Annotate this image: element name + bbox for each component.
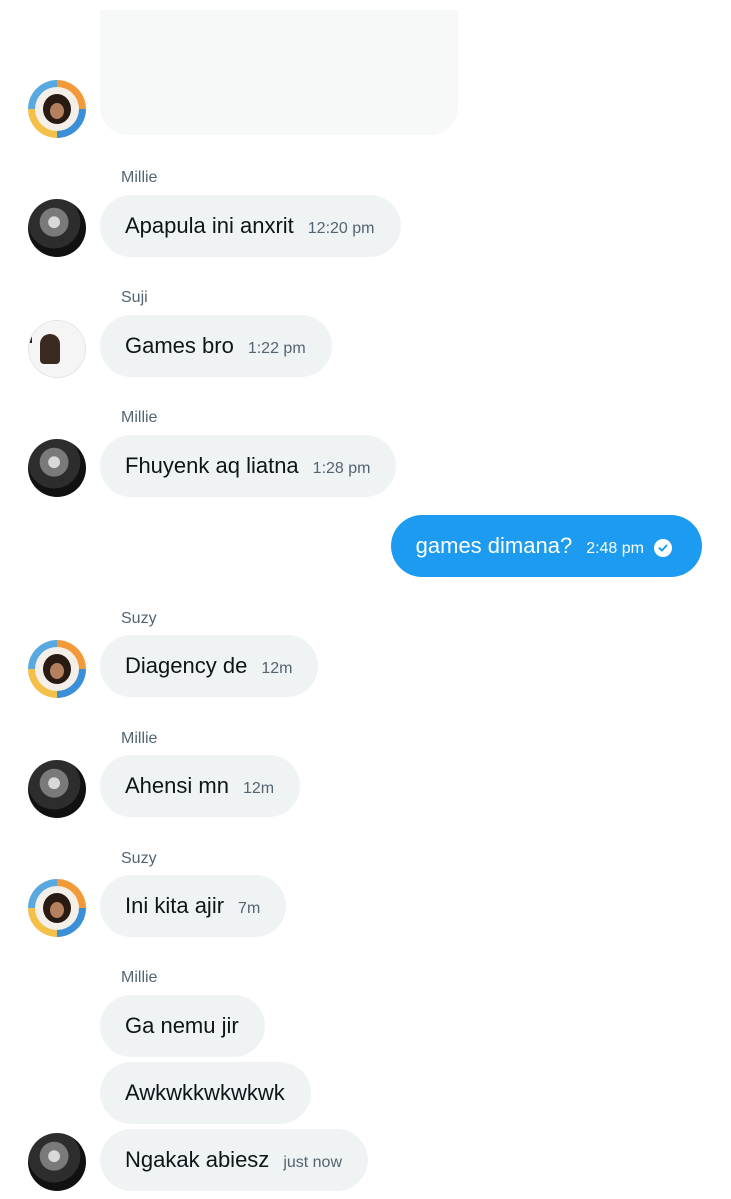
avatar-millie[interactable] <box>28 439 86 497</box>
message-time: 1:28 pm <box>312 459 371 477</box>
avatar-ring <box>35 647 79 691</box>
message-text: Apapula ini anxrit <box>125 213 294 238</box>
sender-name: Millie <box>121 169 158 186</box>
avatar-figure <box>40 334 60 364</box>
message-bubble[interactable]: Awkwkkwkwkwk <box>100 1062 311 1124</box>
avatar-millie[interactable] <box>28 1133 86 1191</box>
sender-name: Millie <box>121 969 158 986</box>
message-bubble[interactable]: Apapula ini anxrit 12:20 pm <box>100 195 401 257</box>
avatar-detail <box>29 335 32 343</box>
message-text: games dimana? <box>415 533 573 558</box>
media-message-card[interactable] <box>100 0 458 135</box>
message-text: Ini kita ajir <box>125 893 225 918</box>
message-text: Fhuyenk aq liatna <box>125 453 299 478</box>
message-text: Games bro <box>125 333 234 358</box>
avatar-millie[interactable] <box>28 760 86 818</box>
message-text: Ga nemu jir <box>125 1013 239 1038</box>
message-bubble[interactable]: Ga nemu jir <box>100 995 265 1057</box>
avatar-suzy[interactable] <box>28 879 86 937</box>
avatar-suzy[interactable] <box>28 80 86 138</box>
avatar-ring <box>35 886 79 930</box>
message-bubble[interactable]: Ngakak abiesz just now <box>100 1129 369 1191</box>
message-bubble[interactable]: Games bro 1:22 pm <box>100 315 332 377</box>
message-bubble[interactable]: Diagency de 12m <box>100 635 319 697</box>
sender-name: Millie <box>121 730 158 747</box>
sender-name: Suzy <box>121 610 157 627</box>
message-time: 12m <box>242 779 275 797</box>
message-time: just now <box>283 1153 343 1171</box>
message-bubble[interactable]: Fhuyenk aq liatna 1:28 pm <box>100 435 397 497</box>
avatar-face <box>43 654 71 684</box>
message-text: Ahensi mn <box>125 773 229 798</box>
avatar-face <box>43 893 71 923</box>
sender-name: Millie <box>121 409 158 426</box>
message-time: 7m <box>238 899 261 917</box>
message-text: Ngakak abiesz <box>125 1147 270 1172</box>
message-text: Awkwkkwkwkwk <box>125 1080 285 1105</box>
message-bubble[interactable]: Ini kita ajir 7m <box>100 875 287 937</box>
check-circle-icon <box>654 539 672 557</box>
message-time: 12:20 pm <box>307 219 375 237</box>
avatar-millie[interactable] <box>28 199 86 257</box>
message-time: 2:48 pm <box>586 539 644 557</box>
sender-name: Suji <box>121 289 148 306</box>
sender-name: Suzy <box>121 850 157 867</box>
media-card-top <box>100 0 458 10</box>
avatar-ring <box>35 87 79 131</box>
message-bubble[interactable]: Ahensi mn 12m <box>100 755 301 817</box>
message-time: 12m <box>261 659 293 677</box>
outgoing-message-bubble[interactable]: games dimana? 2:48 pm <box>390 515 702 577</box>
avatar-suzy[interactable] <box>28 640 86 698</box>
message-time: 1:22 pm <box>247 339 306 357</box>
avatar-suji[interactable] <box>28 320 86 378</box>
avatar-face <box>43 94 71 124</box>
message-text: Diagency de <box>125 653 248 678</box>
